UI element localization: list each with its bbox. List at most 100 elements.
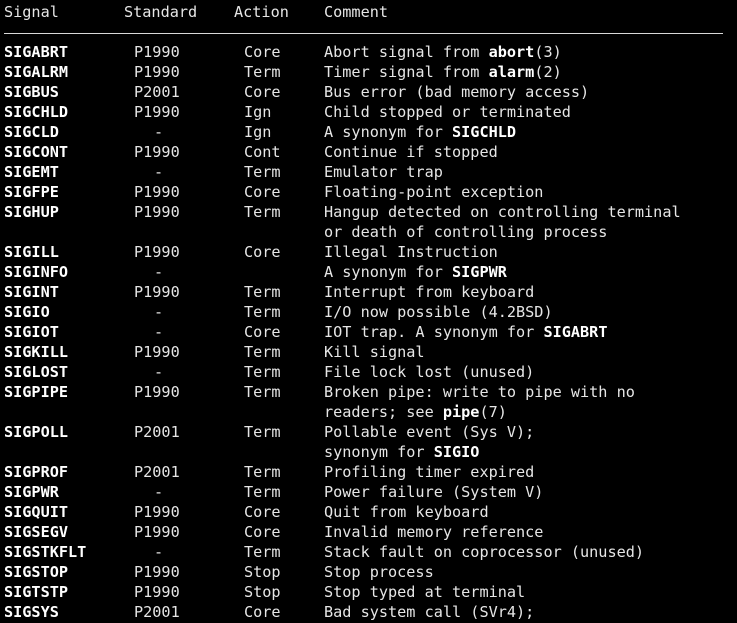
signal-action: Term <box>244 63 281 81</box>
signal-standard: - <box>154 303 164 321</box>
signal-comment: File lock lost (unused) <box>324 362 534 382</box>
signal-standard: - <box>154 483 164 501</box>
comment-text: Illegal Instruction <box>324 243 498 261</box>
signal-name: SIGSTOP <box>4 563 69 581</box>
signal-standard: P2001 <box>134 603 180 621</box>
comment-text: Invalid memory reference <box>324 523 544 541</box>
comment-text: Stack fault on coprocessor (unused) <box>324 543 645 561</box>
signal-action: Ign <box>244 103 272 121</box>
signal-action: Term <box>244 383 281 401</box>
signal-name: SIGHUP <box>4 203 59 221</box>
signal-standard: P1990 <box>134 523 180 541</box>
signal-action: Core <box>244 183 281 201</box>
comment-keyword: SIGABRT <box>543 323 608 341</box>
signal-action: Core <box>244 83 281 101</box>
signal-name: SIGFPE <box>4 183 59 201</box>
signal-comment: Floating-point exception <box>324 182 543 202</box>
signal-standard: P1990 <box>134 183 180 201</box>
comment-text: I/O now possible (4.2BSD) <box>324 303 553 321</box>
signal-name: SIGILL <box>4 243 59 261</box>
comment-keyword: SIGIO <box>433 443 480 461</box>
comment-text: Abort signal from <box>324 43 489 61</box>
signal-comment: Illegal Instruction <box>324 242 498 262</box>
signal-action: Term <box>244 483 281 501</box>
signal-comment: Stack fault on coprocessor (unused) <box>324 542 644 562</box>
signal-comment: A synonym for SIGCHLD <box>324 122 516 142</box>
comment-text: or death of controlling process <box>324 223 608 241</box>
comment-text: Hangup detected on controlling terminal <box>324 203 681 221</box>
signal-standard: P1990 <box>134 563 180 581</box>
comment-text: A synonym for <box>324 263 453 281</box>
signal-action: Core <box>244 43 281 61</box>
signal-action: Stop <box>244 583 281 601</box>
signal-standard: P1990 <box>134 243 180 261</box>
signal-name: SIGQUIT <box>4 503 69 521</box>
signal-name: SIGKILL <box>4 343 69 361</box>
signal-action: Stop <box>244 563 281 581</box>
signal-name: SIGLOST <box>4 363 69 381</box>
signal-standard: - <box>154 323 164 341</box>
signal-name: SIGINT <box>4 283 59 301</box>
signal-comment: Stop process <box>324 562 434 582</box>
signal-action: Term <box>244 363 281 381</box>
signal-name: SIGPOLL <box>4 423 69 441</box>
comment-text: Bus error (bad memory access) <box>324 83 590 101</box>
signal-comment: Bus error (bad memory access) <box>324 82 589 102</box>
signal-action: Term <box>244 543 281 561</box>
signal-action: Term <box>244 463 281 481</box>
signal-standard: P1990 <box>134 143 180 161</box>
header-comment: Comment <box>324 3 389 21</box>
signal-standard: P1990 <box>134 283 180 301</box>
signal-standard: P1990 <box>134 103 180 121</box>
signal-comment: Emulator trap <box>324 162 443 182</box>
signal-standard: P2001 <box>134 423 180 441</box>
signal-comment: Kill signal <box>324 342 425 362</box>
signal-comment: Bad system call (SVr4); <box>324 602 534 622</box>
comment-text: (2) <box>534 63 562 81</box>
comment-text: File lock lost (unused) <box>324 363 535 381</box>
comment-text: Profiling timer expired <box>324 463 535 481</box>
comment-text: Child stopped or terminated <box>324 103 571 121</box>
comment-text: (3) <box>534 43 562 61</box>
signal-comment: Continue if stopped <box>324 142 498 162</box>
signal-action: Core <box>244 503 281 521</box>
comment-text: Interrupt from keyboard <box>324 283 535 301</box>
comment-keyword: alarm <box>488 63 535 81</box>
comment-keyword: abort <box>488 43 535 61</box>
signal-standard: - <box>154 363 164 381</box>
comment-text: Floating-point exception <box>324 183 544 201</box>
comment-keyword: SIGCHLD <box>452 123 517 141</box>
comment-text: Kill signal <box>324 343 425 361</box>
comment-keyword: SIGPWR <box>452 263 507 281</box>
signal-action: Term <box>244 283 281 301</box>
signal-name: SIGCONT <box>4 143 69 161</box>
comment-keyword: pipe <box>442 403 480 421</box>
signal-action: Core <box>244 603 281 621</box>
signal-standard: P1990 <box>134 63 180 81</box>
signal-standard: P2001 <box>134 463 180 481</box>
signal-name: SIGPWR <box>4 483 59 501</box>
comment-text: Power failure (System V) <box>324 483 544 501</box>
signal-name: SIGIO <box>4 303 50 321</box>
signal-comment: Timer signal from alarm(2) <box>324 62 562 82</box>
signal-name: SIGALRM <box>4 63 69 81</box>
signal-name: SIGCLD <box>4 123 59 141</box>
signal-name: SIGBUS <box>4 83 59 101</box>
signal-name: SIGIOT <box>4 323 59 341</box>
signal-standard: P1990 <box>134 383 180 401</box>
signal-name: SIGSTKFLT <box>4 543 87 561</box>
comment-text: Emulator trap <box>324 163 443 181</box>
signal-action: Ign <box>244 123 272 141</box>
comment-text: readers; see <box>324 403 443 421</box>
comment-text: Timer signal from <box>324 63 489 81</box>
signal-name: SIGEMT <box>4 163 59 181</box>
signal-action: Term <box>244 423 281 441</box>
signal-standard: P1990 <box>134 503 180 521</box>
signal-comment: Hangup detected on controlling terminal <box>324 202 681 222</box>
comment-text: (7) <box>479 403 507 421</box>
comment-text: Quit from keyboard <box>324 503 489 521</box>
signal-comment: Broken pipe: write to pipe with no <box>324 382 635 402</box>
header-divider <box>4 33 723 34</box>
signal-standard: P1990 <box>134 343 180 361</box>
comment-text: Pollable event (Sys V); <box>324 423 535 441</box>
